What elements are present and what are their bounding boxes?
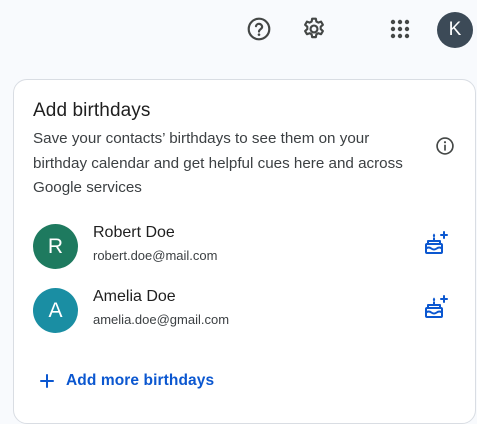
contact-row-amelia: A Amelia Doe amelia.doe@gmail.com [14,282,477,338]
contact-email: robert.doe@mail.com [93,248,218,263]
contact-name: Amelia Doe [93,288,176,305]
card-description: Save your contacts’ birthdays to see the… [33,130,403,196]
account-avatar[interactable]: K [437,12,473,48]
add-birthday-cake-icon[interactable] [419,290,453,324]
contact-email: amelia.doe@gmail.com [93,312,230,327]
card-title: Add birthdays [33,100,151,121]
top-bar: K [0,0,477,64]
settings-gear-icon[interactable] [299,14,329,44]
add-birthday-cake-icon[interactable] [419,226,453,260]
contact-row-robert: R Robert Doe robert.doe@mail.com [14,218,477,274]
apps-grid-icon[interactable] [385,14,415,44]
info-icon[interactable] [434,135,456,157]
contact-avatar: R [33,224,78,269]
add-more-birthdays-label: Add more birthdays [66,372,215,389]
contact-avatar: A [33,288,78,333]
contact-name: Robert Doe [93,224,175,241]
add-birthdays-card: Add birthdays Save your contacts’ birthd… [13,79,476,424]
help-icon[interactable] [244,14,274,44]
plus-icon [40,374,54,388]
add-more-birthdays-button[interactable]: Add more birthdays [39,369,214,393]
